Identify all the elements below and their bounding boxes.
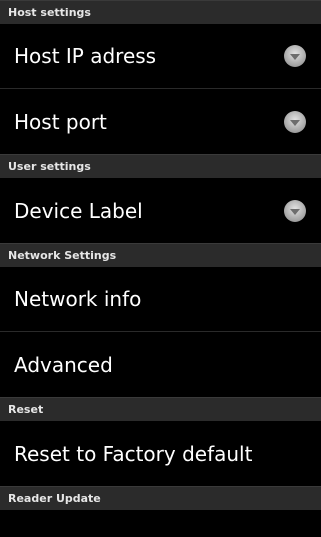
pref-label: Host port [14,109,107,134]
pref-host-port[interactable]: Host port [0,89,321,154]
pref-host-ip-address[interactable]: Host IP adress [0,24,321,89]
chevron-down-circle-icon [283,199,307,223]
pref-advanced[interactable]: Advanced [0,332,321,397]
section-header-reader-update: Reader Update [0,486,321,510]
chevron-down-circle-icon [283,110,307,134]
pref-label: Host IP adress [14,44,157,68]
pref-label: Network info [14,287,142,311]
pref-label: Reset to Factory default [14,441,253,466]
pref-reset-factory-default[interactable]: Reset to Factory default [0,421,321,486]
pref-device-label[interactable]: Device Label [0,178,321,243]
section-header-user-settings: User settings [0,154,321,178]
chevron-down-circle-icon [283,44,307,68]
settings-screen: Host settings Host IP adress Host port U… [0,0,321,537]
pref-label: Advanced [14,352,113,377]
section-header-reset: Reset [0,397,321,421]
section-header-host-settings: Host settings [0,0,321,24]
section-header-network-settings: Network Settings [0,243,321,267]
pref-network-info[interactable]: Network info [0,267,321,332]
pref-label: Device Label [14,198,143,223]
